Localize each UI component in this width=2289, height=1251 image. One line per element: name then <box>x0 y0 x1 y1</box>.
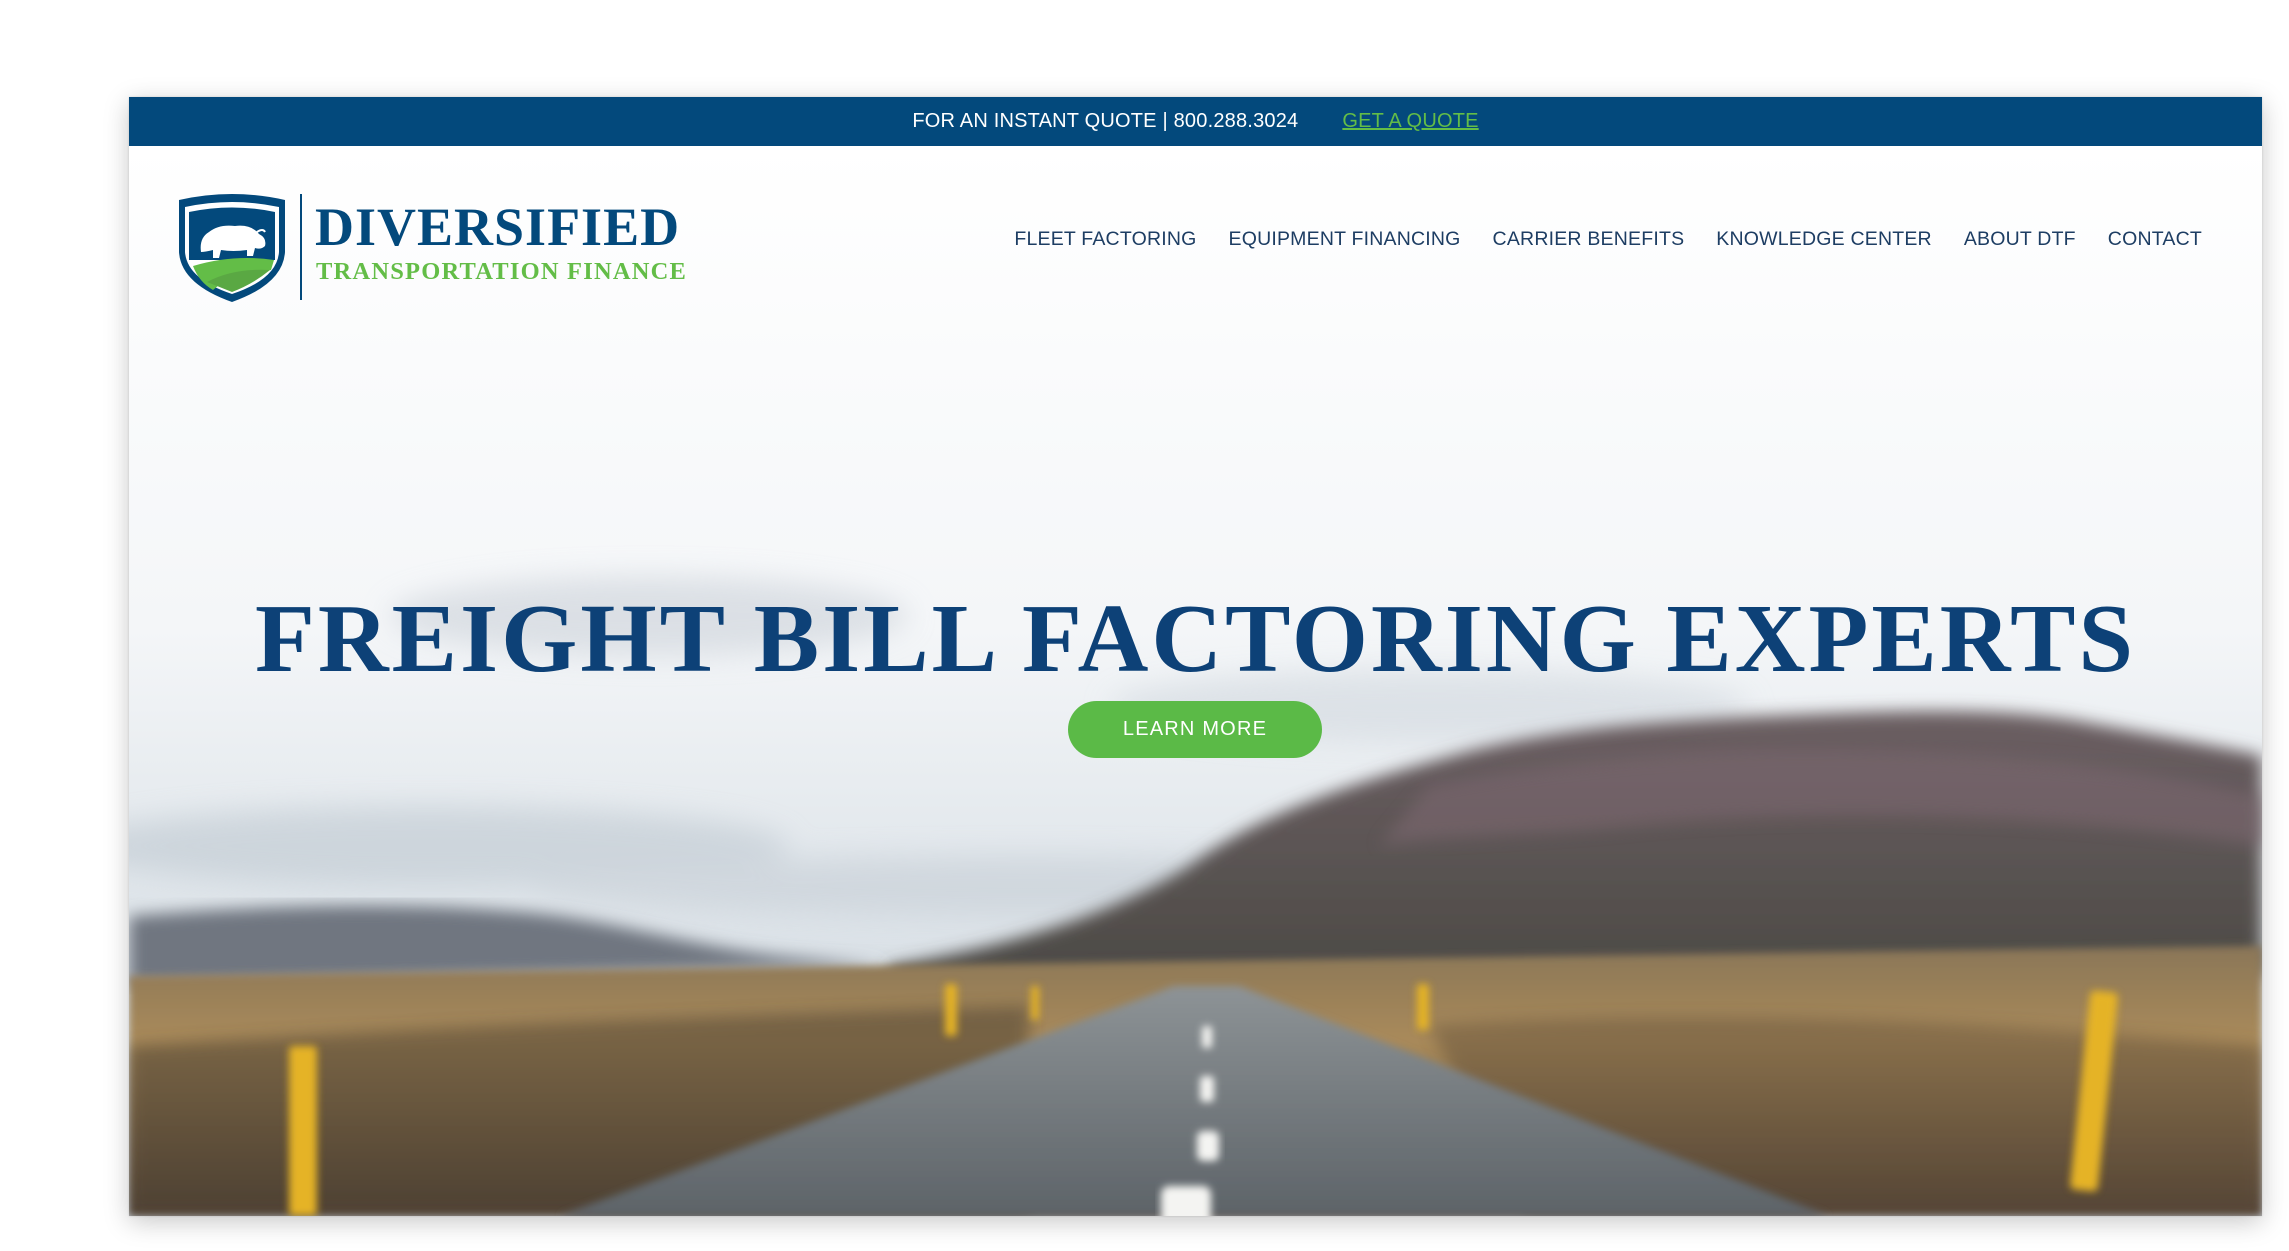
nav-about-dtf[interactable]: ABOUT DTF <box>1964 228 2076 251</box>
nav-equipment-financing[interactable]: EQUIPMENT FINANCING <box>1229 228 1461 251</box>
brand-name-bottom: TRANSPORTATION FINANCE <box>316 258 688 285</box>
hero-section: DIVERSIFIED TRANSPORTATION FINANCE FLEET… <box>129 146 2262 1216</box>
brand-name-top: DIVERSIFIED <box>315 197 681 257</box>
bison-shield-icon <box>179 194 285 302</box>
get-a-quote-link[interactable]: GET A QUOTE <box>1342 110 1478 133</box>
logo-divider <box>300 194 302 300</box>
nav-contact[interactable]: CONTACT <box>2108 228 2202 251</box>
instant-quote-text: FOR AN INSTANT QUOTE | 800.288.3024 <box>912 110 1299 132</box>
learn-more-button[interactable]: LEARN MORE <box>1068 701 1322 758</box>
main-navigation: FLEET FACTORING EQUIPMENT FINANCING CARR… <box>1014 228 2202 251</box>
site-header: DIVERSIFIED TRANSPORTATION FINANCE FLEET… <box>129 146 2262 316</box>
nav-knowledge-center[interactable]: KNOWLEDGE CENTER <box>1716 228 1932 251</box>
site-logo[interactable]: DIVERSIFIED TRANSPORTATION FINANCE <box>173 194 693 304</box>
nav-carrier-benefits[interactable]: CARRIER BENEFITS <box>1493 228 1685 251</box>
browser-page: FOR AN INSTANT QUOTE | 800.288.3024 GET … <box>129 97 2262 1216</box>
top-announcement-bar: FOR AN INSTANT QUOTE | 800.288.3024 GET … <box>129 97 2262 146</box>
hero-headline: FREIGHT BILL FACTORING EXPERTS <box>255 584 2136 693</box>
nav-fleet-factoring[interactable]: FLEET FACTORING <box>1014 228 1196 251</box>
